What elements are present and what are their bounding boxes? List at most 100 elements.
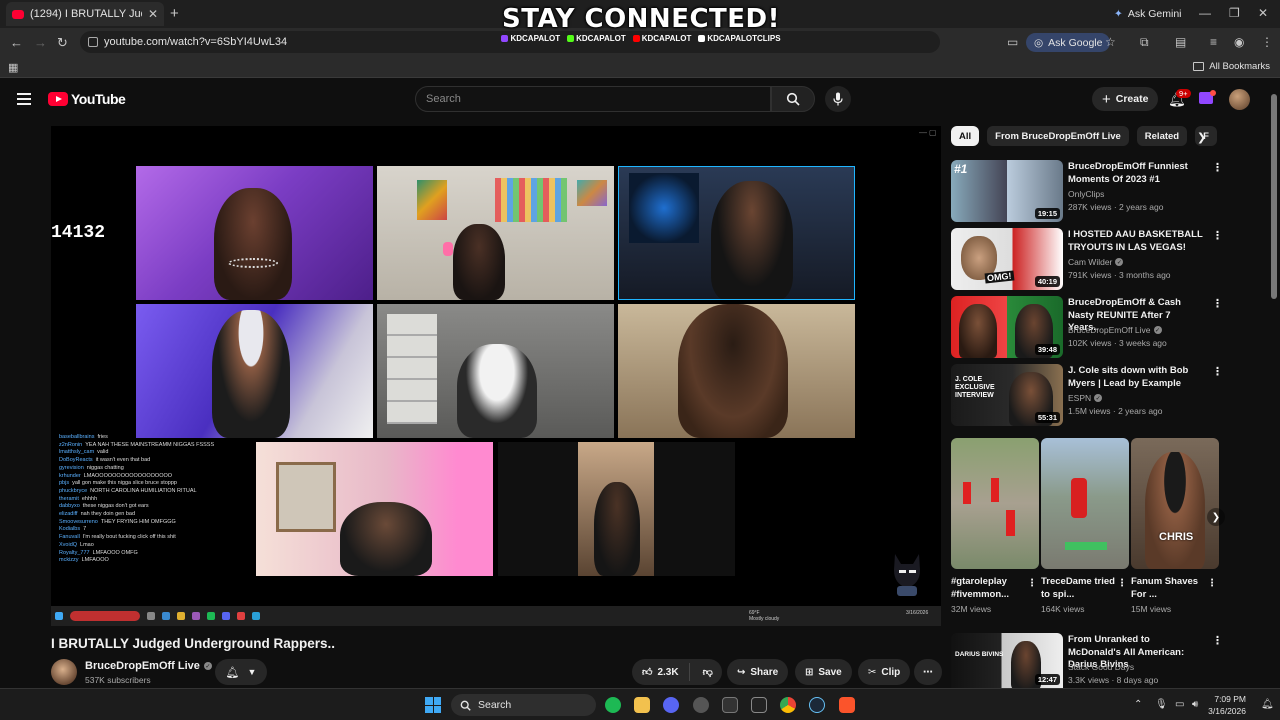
video-channel[interactable]: Stack Good Days [1068, 662, 1134, 672]
video-title[interactable]: I HOSTED AAU BASKETBALL TRYOUTS IN LAS V… [1068, 229, 1203, 254]
more-vertical-icon[interactable]: ⋮ [1212, 161, 1223, 174]
player-minimize-icon[interactable]: — [919, 128, 927, 137]
tab-close-icon[interactable]: ✕ [148, 7, 158, 21]
video-thumbnail[interactable]: DARIUS BIVINS 12:47 [951, 633, 1063, 688]
short-thumbnail[interactable] [1041, 438, 1129, 569]
tray-mic-icon[interactable]: 🎙︎ [1155, 699, 1168, 710]
filter-chip[interactable]: All [951, 126, 980, 146]
all-bookmarks-button[interactable]: All Bookmarks [1193, 61, 1270, 72]
account-avatar[interactable] [1229, 89, 1250, 110]
filter-chip[interactable]: Related [1136, 126, 1188, 146]
discord-icon[interactable] [663, 697, 679, 713]
maximize-icon[interactable]: ❐ [1229, 6, 1240, 20]
short-title[interactable]: Fanum Shaves For ... [1131, 576, 1205, 601]
short-title[interactable]: TreceDame tried to spi... [1041, 576, 1115, 601]
save-button[interactable]: ⊞ Save [795, 659, 852, 685]
recommended-video[interactable]: DARIUS BIVINS 12:47 From Unranked to McD… [951, 633, 1221, 688]
notification-center-icon[interactable]: 🔔︎ [1261, 699, 1274, 710]
shorts-next-arrow-icon[interactable]: ❯ [1207, 508, 1225, 526]
voice-search-button[interactable] [825, 86, 851, 112]
video-channel[interactable]: Cam Wilder ✓ [1068, 257, 1124, 267]
video-thumbnail[interactable]: J. COLE EXCLUSIVE INTERVIEW 55:31 [951, 364, 1063, 426]
more-vertical-icon[interactable]: ⋮ [1117, 578, 1127, 589]
reload-icon[interactable]: ↻ [57, 35, 68, 51]
browser-tab[interactable]: (1294) I BRUTALLY Judged U ✕ [6, 2, 164, 26]
reading-list-icon[interactable]: ≡ [1210, 35, 1217, 49]
tray-network-icon[interactable]: ▭ [1175, 699, 1184, 710]
sidebar-icon[interactable]: ▤ [1175, 35, 1186, 49]
extensions-icon[interactable]: ⧉ [1140, 35, 1149, 50]
more-vertical-icon[interactable]: ⋮ [1207, 578, 1217, 589]
new-tab-icon[interactable]: + [170, 5, 179, 22]
steam-icon[interactable] [809, 697, 825, 713]
taskbar-clock[interactable]: 7:09 PM 3/16/2026 [1208, 693, 1246, 717]
dislike-button[interactable]: 👎︎ [695, 666, 721, 678]
minimize-icon[interactable]: — [1199, 6, 1211, 20]
channel-avatar[interactable] [51, 659, 77, 685]
more-vertical-icon[interactable]: ⋮ [1212, 229, 1223, 242]
windows-start-icon[interactable] [425, 697, 441, 713]
site-info-icon[interactable] [88, 37, 98, 47]
video-player[interactable]: — ▢ 14132 baseballbrains fries z2nRonin YEA… [51, 126, 941, 626]
epic-games-icon[interactable] [722, 697, 738, 713]
app-icon[interactable] [751, 697, 767, 713]
forward-icon[interactable]: → [34, 35, 47, 50]
obs-icon[interactable] [693, 697, 709, 713]
more-vertical-icon[interactable]: ⋮ [1212, 365, 1223, 378]
player-fullscreen-icon[interactable]: ▢ [929, 128, 937, 137]
ask-gemini-button[interactable]: ✦ Ask Gemini [1106, 5, 1190, 23]
video-thumbnail[interactable]: 39:48 [951, 296, 1063, 358]
browser-menu-icon[interactable]: ⋮ [1261, 35, 1273, 49]
taskbar-search[interactable]: Search [451, 694, 596, 716]
short-thumbnail[interactable]: CHRIS [1131, 438, 1219, 569]
video-channel[interactable]: ESPN ✓ [1068, 393, 1103, 403]
share-button[interactable]: ↪ Share [727, 659, 789, 685]
recommended-video[interactable]: OMG! 40:19 I HOSTED AAU BASKETBALL TRYOU… [951, 228, 1223, 290]
profile-icon[interactable]: ◉ [1234, 35, 1244, 49]
short-thumbnail[interactable] [951, 438, 1039, 569]
more-vertical-icon[interactable]: ⋮ [1027, 578, 1037, 589]
video-channel[interactable]: BruceDropEmOff Live ✓ [1068, 325, 1162, 335]
recommended-video[interactable]: 39:48 BruceDropEmOff & Cash Nasty REUNIT… [951, 296, 1223, 358]
video-thumbnail[interactable]: #1 19:15 [951, 160, 1063, 222]
short-item[interactable]: CHRIS Fanum Shaves For ... 15M views ⋮ [1131, 438, 1219, 614]
search-button[interactable] [771, 86, 815, 112]
video-title[interactable]: J. Cole sits down with Bob Myers | Lead … [1068, 365, 1203, 390]
channel-name-link[interactable]: BruceDropEmOff Live ✓ [85, 660, 212, 672]
youtube-play-logo-icon [48, 92, 68, 106]
close-window-icon[interactable]: ✕ [1258, 6, 1268, 20]
more-actions-button[interactable]: ⋯ [914, 659, 942, 685]
chrome-icon[interactable] [780, 697, 796, 713]
video-channel[interactable]: OnlyClips [1068, 189, 1104, 199]
bookmark-star-icon[interactable]: ☆ [1105, 35, 1116, 49]
page-scrollbar[interactable] [1271, 94, 1277, 299]
search-input[interactable]: Search [415, 86, 771, 112]
spotify-icon[interactable] [605, 697, 621, 713]
video-title[interactable]: BruceDropEmOff Funniest Moments Of 2023 … [1068, 161, 1203, 186]
like-button[interactable]: 👍︎ 2.3K [632, 663, 690, 681]
chat-username: theramit [59, 495, 79, 502]
guide-menu-icon[interactable] [17, 93, 31, 105]
ask-google-button[interactable]: ◎ Ask Google [1026, 33, 1111, 52]
filter-chip[interactable]: From BruceDropEmOff Live [987, 126, 1129, 146]
more-vertical-icon[interactable]: ⋮ [1212, 634, 1221, 647]
chevron-right-icon[interactable]: ❯ [1197, 131, 1206, 144]
apps-grid-icon[interactable]: ▦ [8, 61, 18, 74]
short-item[interactable]: #gtaroleplay #fivemmon... 32M views ⋮ [951, 438, 1039, 614]
more-vertical-icon[interactable]: ⋮ [1212, 297, 1223, 310]
create-button[interactable]: + Create [1092, 87, 1159, 111]
subscription-bell-button[interactable]: 🔔︎ ▼ [215, 659, 267, 685]
file-explorer-icon[interactable] [634, 697, 650, 713]
cast-icon[interactable]: ▭ [1007, 35, 1018, 49]
video-thumbnail[interactable]: OMG! 40:19 [951, 228, 1063, 290]
youtube-logo[interactable]: YouTube [48, 91, 126, 107]
tray-volume-icon[interactable]: 🔊︎ [1192, 699, 1198, 710]
short-title[interactable]: #gtaroleplay #fivemmon... [951, 576, 1025, 601]
clip-button[interactable]: ✂ Clip [858, 659, 911, 685]
brave-icon[interactable] [839, 697, 855, 713]
tray-overflow-icon[interactable]: ⌃ [1134, 699, 1142, 710]
recommended-video[interactable]: #1 19:15 BruceDropEmOff Funniest Moments… [951, 160, 1223, 222]
recommended-video[interactable]: J. COLE EXCLUSIVE INTERVIEW 55:31 J. Col… [951, 364, 1223, 426]
back-icon[interactable]: ← [10, 35, 23, 50]
short-item[interactable]: TreceDame tried to spi... 164K views ⋮ [1041, 438, 1129, 614]
